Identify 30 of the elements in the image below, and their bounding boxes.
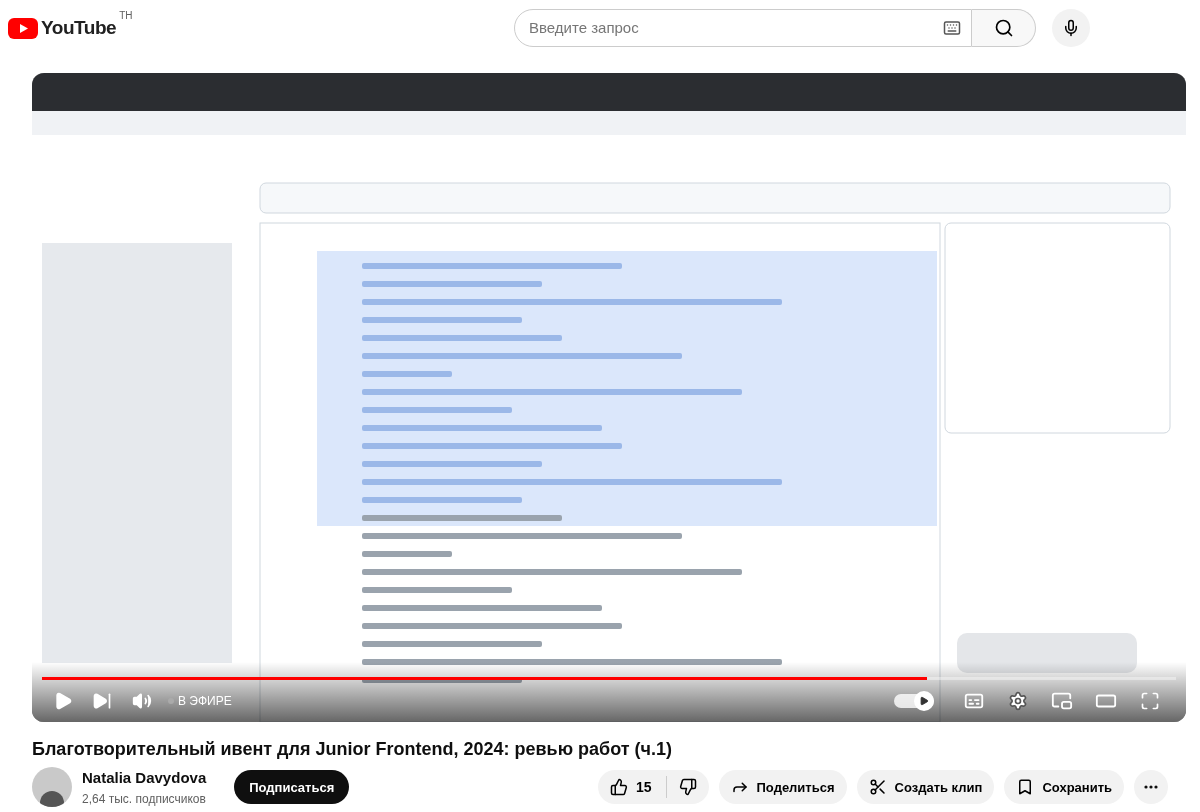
progress-track[interactable] xyxy=(42,677,1176,680)
volume-icon xyxy=(132,691,152,711)
video-title: Благотворительный ивент для Junior Frontend, 2024: ревью работ (ч.1) xyxy=(32,738,673,761)
search-button[interactable] xyxy=(972,9,1036,47)
region-code: TH xyxy=(119,8,133,23)
channel-avatar[interactable] xyxy=(32,767,72,808)
play-icon xyxy=(53,691,73,711)
thumbs-down-icon xyxy=(678,778,697,797)
settings-icon xyxy=(1008,691,1028,711)
subscriber-count: 2,64 тыс. подписчиков xyxy=(82,790,207,808)
channel-name[interactable]: Natalia Davydova xyxy=(82,767,207,790)
next-icon xyxy=(92,691,112,711)
scissors-icon xyxy=(868,778,887,797)
miniplayer-icon xyxy=(1051,690,1073,712)
save-button[interactable]: Сохранить xyxy=(1004,770,1124,805)
keyboard-icon[interactable] xyxy=(943,19,961,37)
logo-text: YouTube xyxy=(41,15,117,40)
search-icon xyxy=(993,18,1014,38)
more-button[interactable] xyxy=(1134,770,1168,805)
more-icon xyxy=(1144,785,1158,790)
fullscreen-icon xyxy=(1140,691,1160,711)
autoplay-toggle[interactable] xyxy=(894,691,934,711)
clip-button[interactable]: Создать клип xyxy=(856,770,995,805)
play-logo-icon xyxy=(8,17,38,39)
voice-search-button[interactable] xyxy=(1052,9,1090,47)
subscribe-button[interactable]: Подписаться xyxy=(234,770,350,805)
share-button[interactable]: Поделиться xyxy=(718,770,847,805)
thumbs-up-icon xyxy=(609,778,628,797)
search-input[interactable]: Введите запрос xyxy=(529,16,943,40)
microphone-icon xyxy=(1062,19,1080,37)
